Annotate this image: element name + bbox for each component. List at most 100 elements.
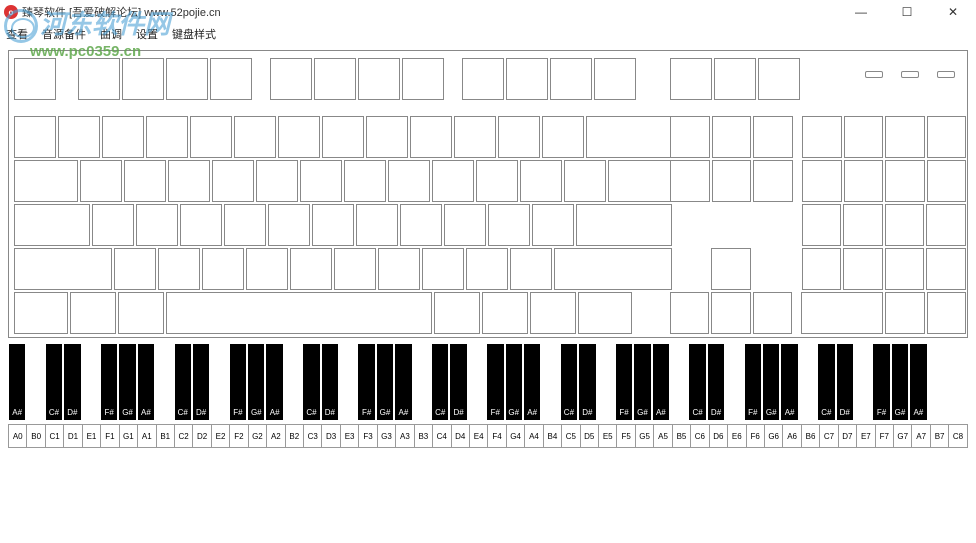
kb-key[interactable] xyxy=(462,58,504,100)
piano-black-key[interactable]: C# xyxy=(818,344,834,420)
piano-white-key[interactable]: C2 xyxy=(175,425,193,447)
kb-key[interactable] xyxy=(290,248,332,290)
piano-white-key[interactable]: B2 xyxy=(286,425,304,447)
kb-key[interactable] xyxy=(402,58,444,100)
kb-key[interactable] xyxy=(801,292,883,334)
piano-white-key[interactable]: G2 xyxy=(249,425,267,447)
kb-key[interactable] xyxy=(388,160,430,202)
kb-key[interactable] xyxy=(212,160,254,202)
piano-black-key[interactable]: A# xyxy=(266,344,282,420)
kb-key[interactable] xyxy=(14,58,56,100)
kb-key[interactable] xyxy=(578,292,632,334)
piano-white-key[interactable]: B7 xyxy=(931,425,949,447)
kb-key[interactable] xyxy=(70,292,116,334)
piano-white-key[interactable]: E1 xyxy=(83,425,101,447)
piano-white-key[interactable]: B3 xyxy=(415,425,433,447)
kb-key[interactable] xyxy=(753,116,793,158)
kb-key[interactable] xyxy=(314,58,356,100)
kb-key[interactable] xyxy=(885,116,925,158)
kb-key[interactable] xyxy=(334,248,376,290)
piano-black-key[interactable]: C# xyxy=(561,344,577,420)
piano-white-key[interactable]: F3 xyxy=(359,425,377,447)
piano-white-key[interactable]: A4 xyxy=(525,425,543,447)
kb-key[interactable] xyxy=(488,204,530,246)
piano-black-key[interactable]: A# xyxy=(524,344,540,420)
minimize-button[interactable]: — xyxy=(838,0,884,24)
piano-black-key[interactable]: A# xyxy=(395,344,411,420)
kb-key[interactable] xyxy=(312,204,354,246)
piano-white-key[interactable]: A0 xyxy=(8,425,27,447)
kb-key[interactable] xyxy=(190,116,232,158)
piano-black-key[interactable]: G# xyxy=(248,344,264,420)
kb-key[interactable] xyxy=(753,160,793,202)
kb-key[interactable] xyxy=(844,116,884,158)
kb-key[interactable] xyxy=(506,58,548,100)
piano-black-key[interactable]: C# xyxy=(689,344,705,420)
piano-black-key[interactable]: G# xyxy=(119,344,135,420)
kb-key[interactable] xyxy=(712,160,752,202)
piano-black-key[interactable]: A# xyxy=(653,344,669,420)
piano-white-key[interactable]: C3 xyxy=(304,425,322,447)
piano-white-key[interactable]: A7 xyxy=(912,425,930,447)
kb-key[interactable] xyxy=(378,248,420,290)
kb-key[interactable] xyxy=(180,204,222,246)
kb-key[interactable] xyxy=(608,160,672,202)
kb-key[interactable] xyxy=(594,58,636,100)
kb-key[interactable] xyxy=(670,160,710,202)
kb-key[interactable] xyxy=(358,58,400,100)
piano-white-key[interactable]: B0 xyxy=(27,425,45,447)
kb-key[interactable] xyxy=(118,292,164,334)
kb-key[interactable] xyxy=(234,116,276,158)
piano-white-key[interactable]: F7 xyxy=(876,425,894,447)
kb-key[interactable] xyxy=(712,116,752,158)
kb-key[interactable] xyxy=(246,248,288,290)
kb-key[interactable] xyxy=(166,292,432,334)
kb-key[interactable] xyxy=(802,248,842,290)
piano-black-key[interactable]: D# xyxy=(322,344,338,420)
piano-black-key[interactable]: D# xyxy=(450,344,466,420)
kb-key[interactable] xyxy=(102,116,144,158)
piano-white-key[interactable]: F1 xyxy=(101,425,119,447)
piano-black-key[interactable]: A# xyxy=(910,344,926,420)
kb-key[interactable] xyxy=(78,58,120,100)
kb-key[interactable] xyxy=(14,160,78,202)
piano-white-key[interactable]: G7 xyxy=(894,425,912,447)
piano-white-key[interactable]: C4 xyxy=(433,425,451,447)
piano-white-key[interactable]: D4 xyxy=(452,425,470,447)
piano-white-key[interactable]: G1 xyxy=(120,425,138,447)
piano-white-key[interactable]: D6 xyxy=(710,425,728,447)
piano-black-key[interactable]: D# xyxy=(837,344,853,420)
piano-black-key[interactable]: G# xyxy=(763,344,779,420)
piano-white-key[interactable]: C7 xyxy=(820,425,838,447)
piano-white-key[interactable]: G6 xyxy=(765,425,783,447)
kb-key[interactable] xyxy=(885,160,925,202)
kb-key[interactable] xyxy=(14,292,68,334)
kb-key[interactable] xyxy=(885,292,924,334)
piano-white-key[interactable]: D3 xyxy=(322,425,340,447)
kb-key[interactable] xyxy=(444,204,486,246)
kb-key[interactable] xyxy=(885,248,925,290)
piano-white-key[interactable]: E2 xyxy=(212,425,230,447)
kb-key[interactable] xyxy=(202,248,244,290)
kb-key[interactable] xyxy=(542,116,584,158)
kb-key[interactable] xyxy=(670,58,712,100)
piano-white-key[interactable]: G3 xyxy=(378,425,396,447)
piano-white-key[interactable]: C6 xyxy=(691,425,709,447)
kb-key[interactable] xyxy=(14,248,112,290)
kb-key[interactable] xyxy=(80,160,122,202)
kb-key[interactable] xyxy=(400,204,442,246)
piano-white-key[interactable]: B1 xyxy=(157,425,175,447)
kb-key[interactable] xyxy=(670,292,709,334)
kb-key[interactable] xyxy=(564,160,606,202)
kb-key[interactable] xyxy=(586,116,672,158)
piano-black-key[interactable]: F# xyxy=(358,344,374,420)
maximize-button[interactable]: ☐ xyxy=(884,0,930,24)
piano-white-key[interactable]: A3 xyxy=(396,425,414,447)
piano-white-key[interactable]: A1 xyxy=(138,425,156,447)
piano-white-key[interactable]: F6 xyxy=(747,425,765,447)
piano-white-key[interactable]: D1 xyxy=(64,425,82,447)
piano-white-key[interactable]: B6 xyxy=(802,425,820,447)
piano-white-key[interactable]: B5 xyxy=(673,425,691,447)
kb-key[interactable] xyxy=(270,58,312,100)
kb-key[interactable] xyxy=(520,160,562,202)
